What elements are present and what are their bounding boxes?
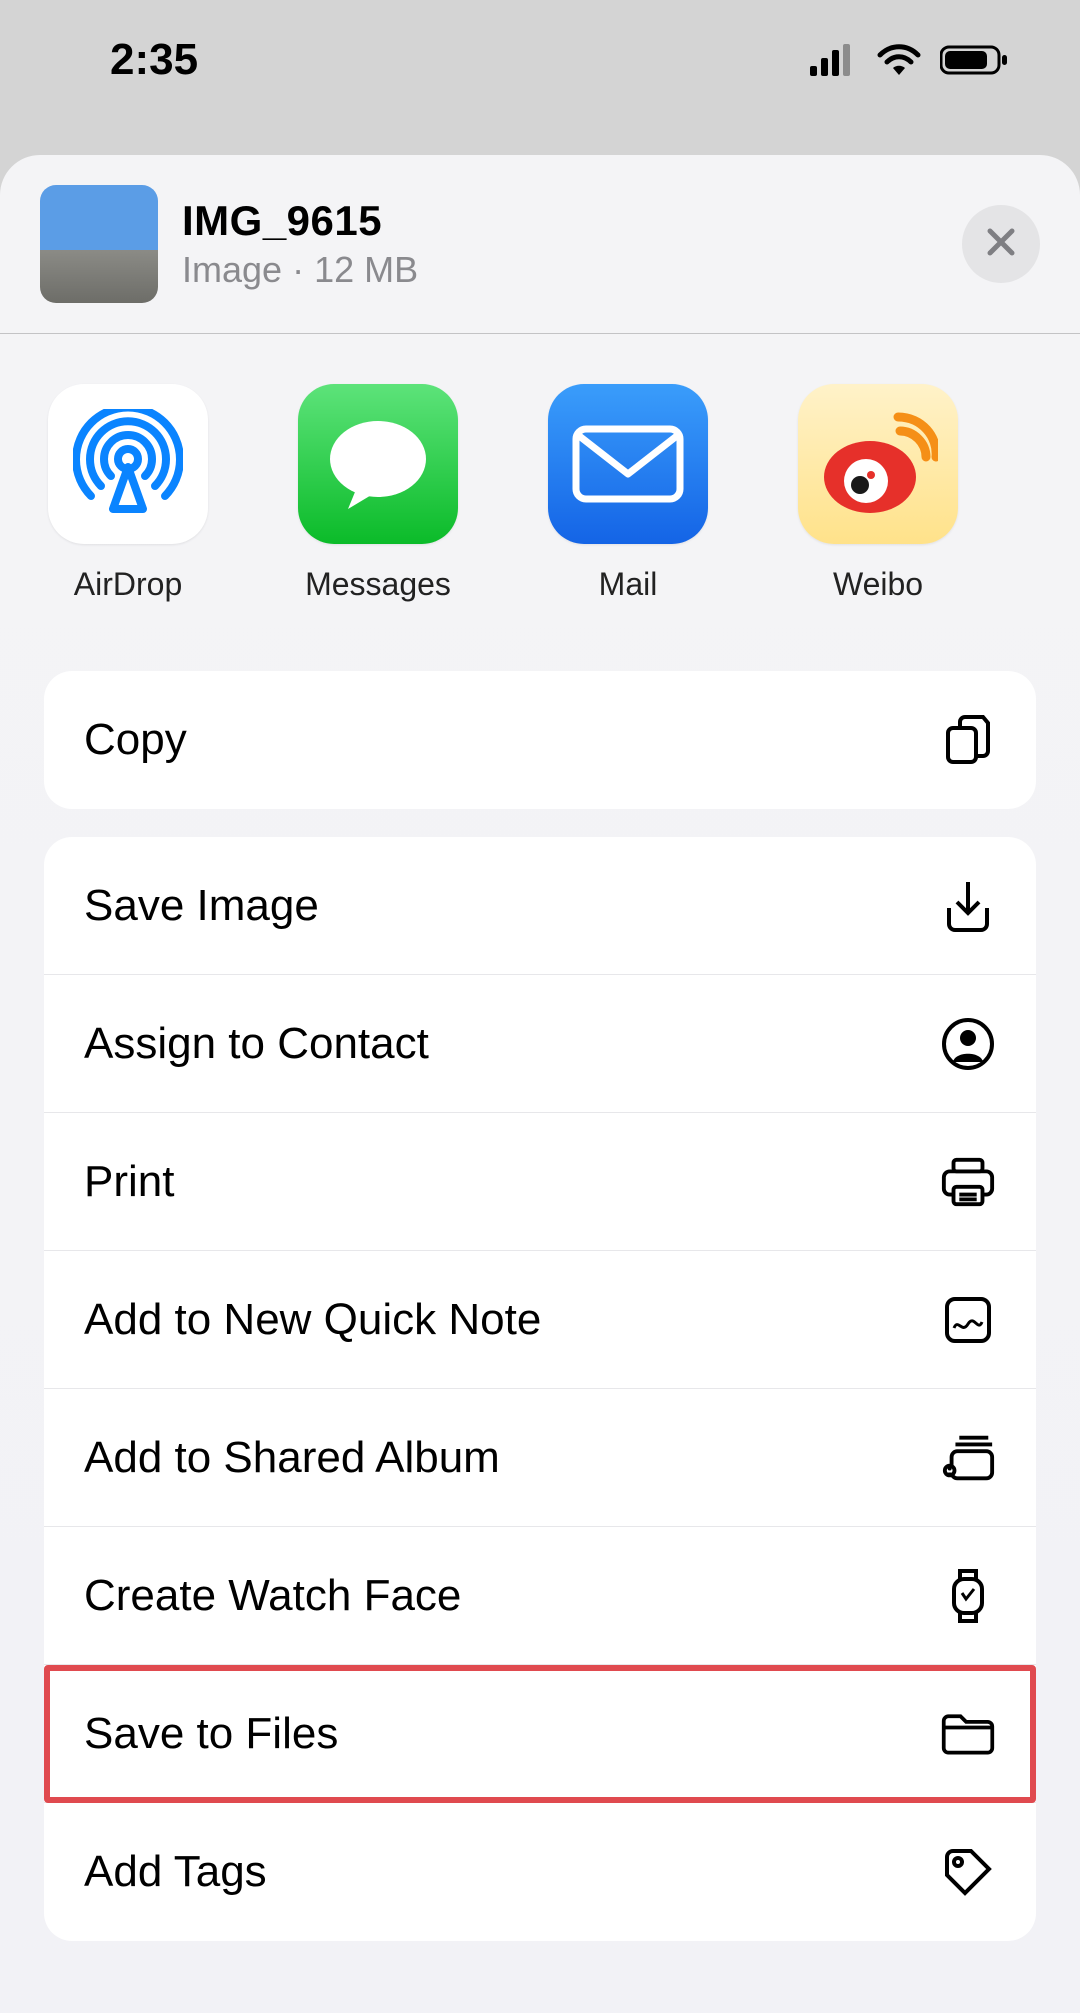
- share-apps-row[interactable]: AirDrop Messages Mail: [0, 334, 1080, 643]
- app-label: Messages: [305, 566, 451, 603]
- copy-icon: [940, 712, 996, 768]
- status-right: [810, 43, 1010, 77]
- printer-icon: [940, 1154, 996, 1210]
- share-app-mail[interactable]: Mail: [548, 384, 708, 603]
- status-time: 2:35: [110, 35, 198, 85]
- battery-icon: [940, 44, 1010, 76]
- folder-icon: [940, 1706, 996, 1762]
- actions-group-1: Copy: [44, 671, 1036, 809]
- wifi-icon: [876, 43, 922, 77]
- action-save-image[interactable]: Save Image: [44, 837, 1036, 975]
- status-bar: 2:35: [0, 0, 1080, 110]
- contact-icon: [940, 1016, 996, 1072]
- weibo-icon: [798, 384, 958, 544]
- action-copy[interactable]: Copy: [44, 671, 1036, 809]
- cellular-icon: [810, 44, 858, 76]
- actions-group-2: Save Image Assign to Contact: [44, 837, 1036, 1941]
- share-sheet-header: IMG_9615 Image · 12 MB: [0, 155, 1080, 334]
- file-subtitle: Image · 12 MB: [182, 249, 962, 291]
- file-meta: IMG_9615 Image · 12 MB: [182, 197, 962, 291]
- watch-icon: [940, 1568, 996, 1624]
- share-app-messages[interactable]: Messages: [298, 384, 458, 603]
- action-label: Print: [84, 1157, 174, 1207]
- file-thumbnail[interactable]: [40, 185, 158, 303]
- airdrop-icon: [48, 384, 208, 544]
- share-app-airdrop[interactable]: AirDrop: [48, 384, 208, 603]
- messages-icon: [298, 384, 458, 544]
- action-assign-contact[interactable]: Assign to Contact: [44, 975, 1036, 1113]
- app-label: Weibo: [833, 566, 923, 603]
- action-label: Save to Files: [84, 1709, 338, 1759]
- action-label: Copy: [84, 715, 187, 765]
- action-label: Add Tags: [84, 1847, 267, 1897]
- download-icon: [940, 878, 996, 934]
- app-label: AirDrop: [74, 566, 182, 603]
- action-label: Assign to Contact: [84, 1019, 429, 1069]
- action-create-watch-face[interactable]: Create Watch Face: [44, 1527, 1036, 1665]
- action-add-shared-album[interactable]: Add to Shared Album: [44, 1389, 1036, 1527]
- action-print[interactable]: Print: [44, 1113, 1036, 1251]
- mail-icon: [548, 384, 708, 544]
- shared-album-icon: [940, 1430, 996, 1486]
- action-label: Add to Shared Album: [84, 1433, 500, 1483]
- quick-note-icon: [940, 1292, 996, 1348]
- actions-container: Copy Save Image: [0, 671, 1080, 1941]
- tag-icon: [940, 1844, 996, 1900]
- action-add-tags[interactable]: Add Tags: [44, 1803, 1036, 1941]
- device-frame: 2:35: [0, 0, 1080, 2013]
- action-label: Add to New Quick Note: [84, 1295, 541, 1345]
- close-icon: [983, 224, 1019, 265]
- app-label: Mail: [599, 566, 658, 603]
- action-label: Save Image: [84, 881, 319, 931]
- action-add-quick-note[interactable]: Add to New Quick Note: [44, 1251, 1036, 1389]
- close-button[interactable]: [962, 205, 1040, 283]
- action-save-to-files[interactable]: Save to Files: [44, 1665, 1036, 1803]
- action-label: Create Watch Face: [84, 1571, 461, 1621]
- file-name: IMG_9615: [182, 197, 962, 245]
- share-app-weibo[interactable]: Weibo: [798, 384, 958, 603]
- share-sheet: IMG_9615 Image · 12 MB: [0, 155, 1080, 2013]
